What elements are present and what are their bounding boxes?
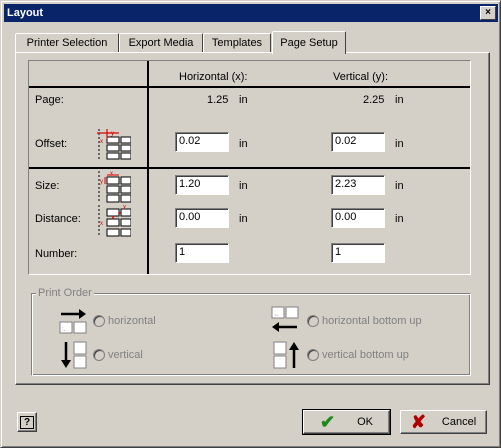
cancel-x-icon: ✘ bbox=[410, 411, 426, 432]
offset-label: Offset: bbox=[35, 138, 68, 150]
distance-diagram-icon: y x bbox=[98, 205, 131, 237]
radio-horizontal[interactable]: horizontal bbox=[93, 315, 156, 327]
cancel-button[interactable]: ✘ Cancel bbox=[400, 410, 487, 434]
layout-dialog: Layout × Printer Selection Export Media … bbox=[0, 0, 501, 448]
svg-text:y: y bbox=[111, 131, 114, 137]
radio-vertical-bottom-up-label: vertical bottom up bbox=[322, 349, 409, 361]
tab-label: Printer Selection bbox=[26, 37, 108, 49]
offset-y-unit: in bbox=[395, 138, 404, 150]
radio-horizontal-bottom-up-label: horizontal bottom up bbox=[322, 315, 422, 327]
page-x-unit: in bbox=[239, 94, 248, 106]
number-label: Number: bbox=[35, 248, 78, 260]
distance-y-input[interactable]: 0.00 bbox=[331, 208, 385, 228]
tab-label: Templates bbox=[211, 37, 263, 49]
tab-printer-selection[interactable]: Printer Selection bbox=[15, 33, 119, 53]
tab-page-setup[interactable]: Page Setup bbox=[272, 31, 346, 54]
size-diagram-icon: x y bbox=[98, 171, 131, 203]
size-y-unit: in bbox=[395, 180, 404, 192]
offset-x-input[interactable]: 0.02 bbox=[175, 132, 229, 152]
col-header-horizontal: Horizontal (x): bbox=[179, 71, 248, 83]
col-header-vertical: Vertical (y): bbox=[333, 71, 389, 83]
print-order-label: Print Order bbox=[36, 287, 94, 299]
page-y-value: 2.25 bbox=[363, 94, 385, 106]
page-y-unit: in bbox=[395, 94, 404, 106]
ok-button[interactable]: ✔ OK bbox=[302, 409, 391, 435]
radio-vertical-bottom-up[interactable]: vertical bottom up bbox=[307, 349, 409, 361]
tab-export-media[interactable]: Export Media bbox=[119, 33, 203, 53]
page-label: Page: bbox=[35, 94, 64, 106]
radio-vertical[interactable]: vertical bbox=[93, 349, 143, 361]
tab-templates[interactable]: Templates bbox=[203, 33, 271, 53]
distance-x-input[interactable]: 0.00 bbox=[175, 208, 229, 228]
ok-label: OK bbox=[357, 416, 373, 428]
size-label: Size: bbox=[35, 180, 60, 192]
offset-x-unit: in bbox=[239, 138, 248, 150]
cancel-label: Cancel bbox=[441, 416, 477, 428]
size-y-input[interactable]: 2.23 bbox=[331, 175, 385, 195]
radio-circle[interactable] bbox=[93, 349, 105, 361]
distance-label: Distance: bbox=[35, 213, 81, 225]
distance-y-unit: in bbox=[395, 213, 404, 225]
size-x-unit: in bbox=[239, 180, 248, 192]
horizontal-bottom-up-order-icon: ← bbox=[271, 306, 299, 334]
help-button[interactable]: ? bbox=[17, 412, 37, 432]
svg-text::.: :. bbox=[62, 327, 66, 333]
tab-label: Page Setup bbox=[280, 37, 338, 49]
radio-horizontal-label: horizontal bbox=[108, 315, 156, 327]
vertical-bottom-up-order-icon bbox=[273, 341, 301, 369]
radio-circle[interactable] bbox=[93, 315, 105, 327]
radio-horizontal-bottom-up[interactable]: horizontal bottom up bbox=[307, 315, 422, 327]
title-bar[interactable]: Layout × bbox=[4, 4, 498, 22]
distance-x-unit: in bbox=[239, 213, 248, 225]
print-order-group bbox=[31, 293, 471, 376]
svg-text:x: x bbox=[100, 221, 103, 227]
size-x-input[interactable]: 1.20 bbox=[175, 175, 229, 195]
grid-section-divider bbox=[29, 167, 470, 169]
close-button[interactable]: × bbox=[480, 6, 496, 20]
number-x-input[interactable]: 1 bbox=[175, 243, 229, 263]
grid-header-divider bbox=[29, 86, 470, 88]
svg-text:←: ← bbox=[274, 312, 280, 318]
svg-text:x: x bbox=[110, 171, 113, 177]
help-icon: ? bbox=[19, 415, 35, 429]
svg-text:y: y bbox=[123, 205, 126, 210]
svg-text:y: y bbox=[100, 179, 103, 185]
offset-diagram-icon: y x bbox=[97, 129, 131, 161]
close-icon: × bbox=[485, 7, 491, 18]
tab-label: Export Media bbox=[128, 37, 194, 49]
horizontal-order-icon: :. bbox=[59, 306, 87, 334]
number-y-input[interactable]: 1 bbox=[331, 243, 385, 263]
checkmark-icon: ✔ bbox=[320, 411, 336, 432]
svg-text:x: x bbox=[100, 139, 103, 145]
window-title: Layout bbox=[7, 7, 44, 19]
vertical-order-icon bbox=[59, 341, 87, 369]
radio-circle[interactable] bbox=[307, 315, 319, 327]
offset-y-input[interactable]: 0.02 bbox=[331, 132, 385, 152]
radio-vertical-label: vertical bbox=[108, 349, 143, 361]
radio-circle[interactable] bbox=[307, 349, 319, 361]
page-x-value: 1.25 bbox=[207, 94, 229, 106]
